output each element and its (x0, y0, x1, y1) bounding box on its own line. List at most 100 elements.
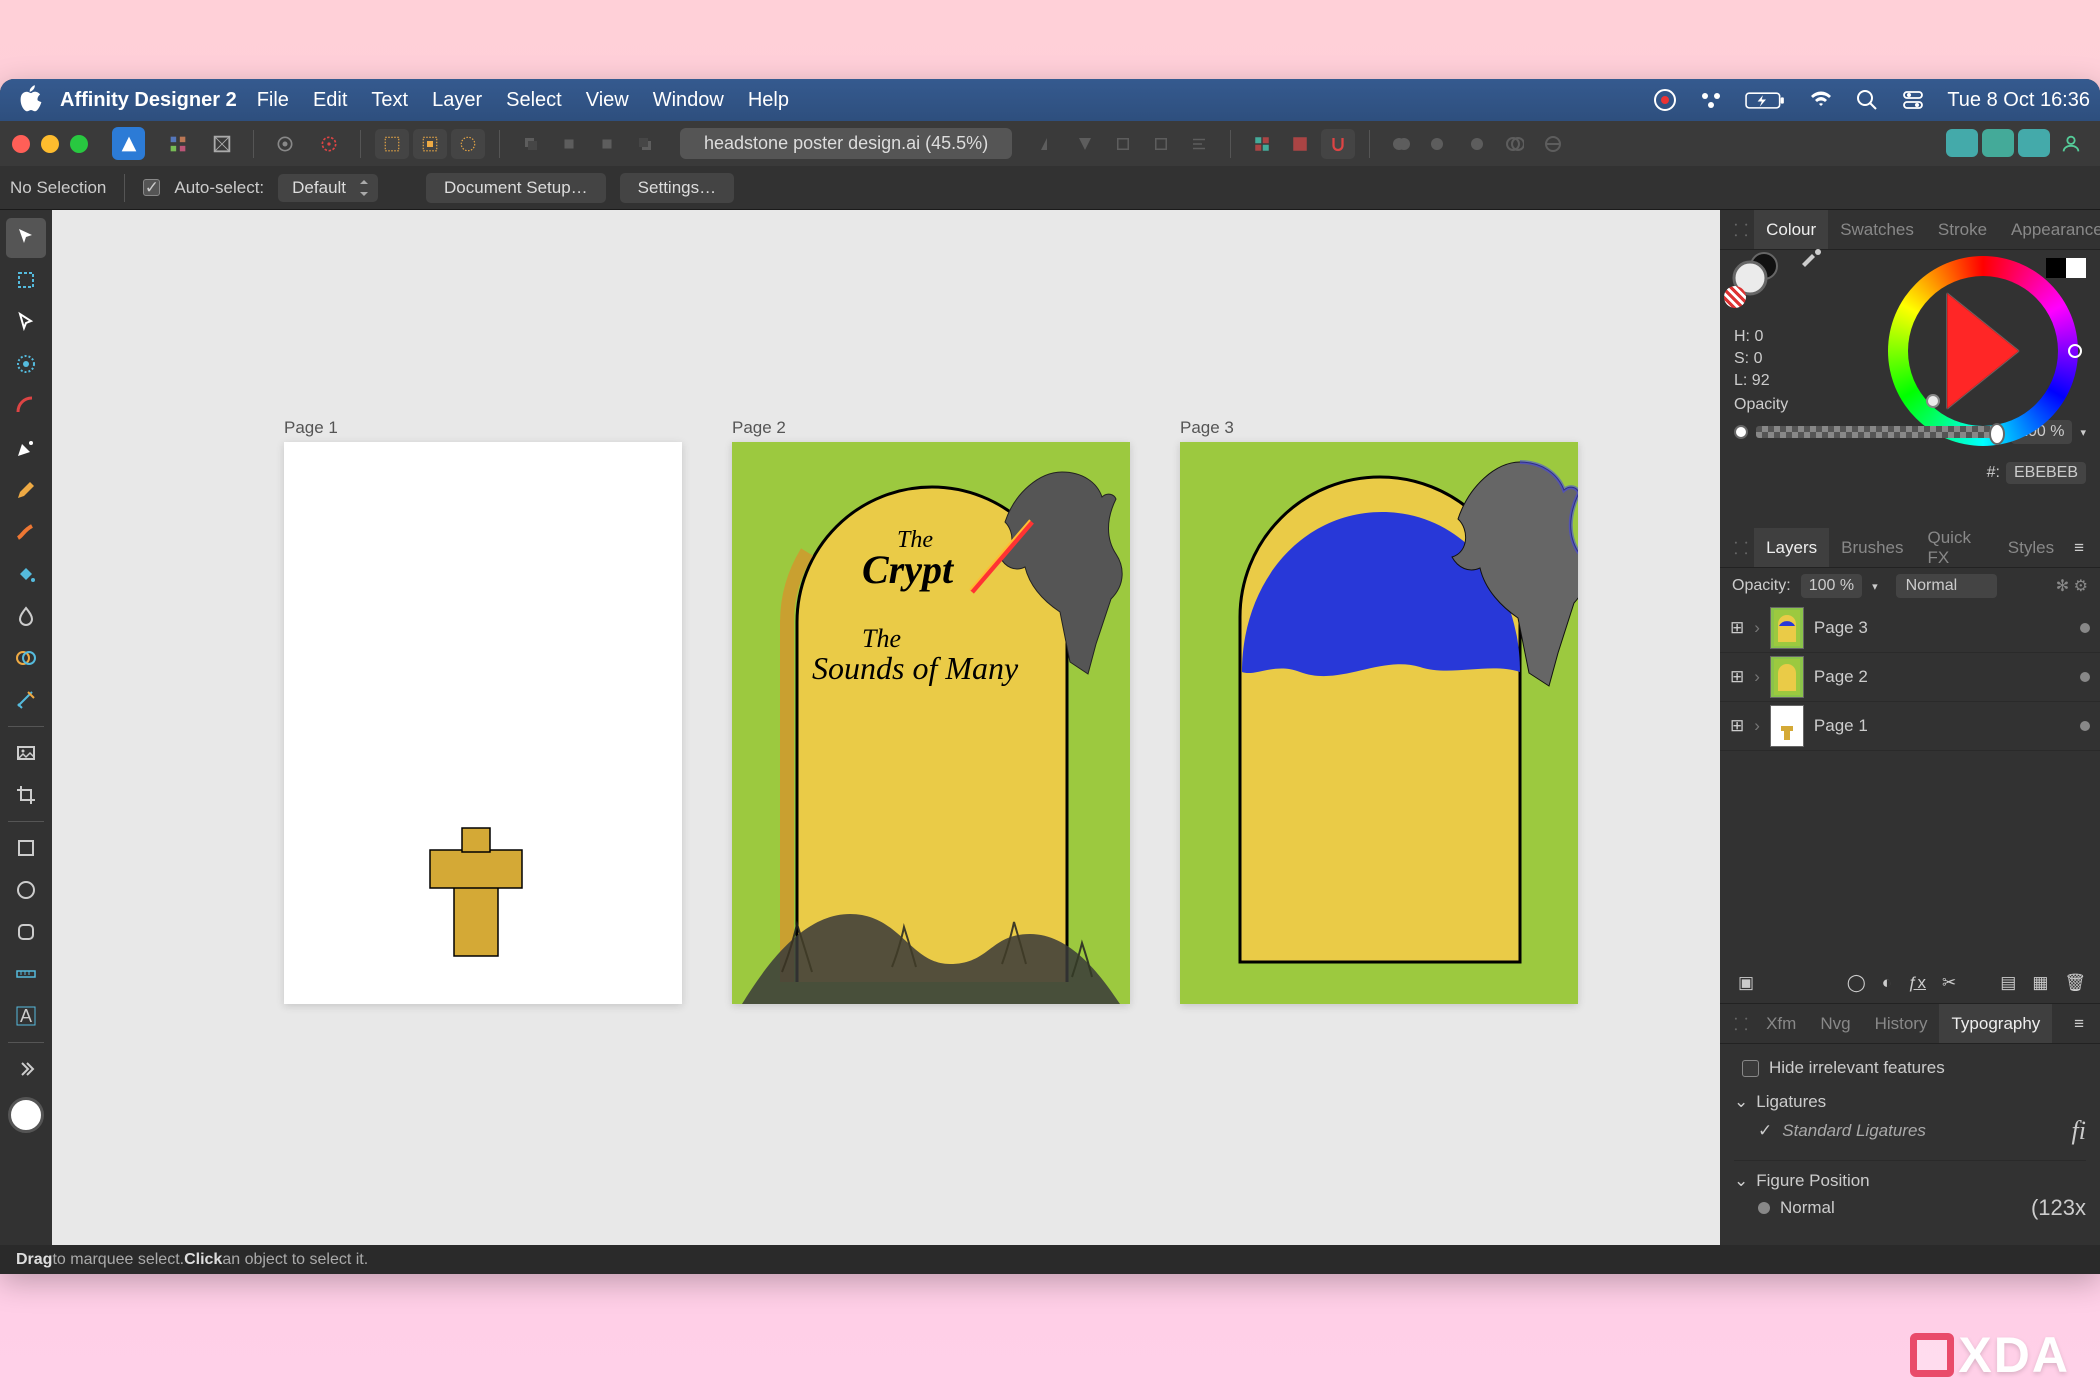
align-button[interactable] (1182, 129, 1216, 159)
document-title[interactable]: headstone poster design.ai (45.5%) (680, 128, 1012, 159)
snapping-toggle-button[interactable] (1321, 129, 1355, 159)
app-status-icon[interactable] (1699, 88, 1723, 112)
visibility-dot[interactable] (2080, 623, 2090, 633)
menu-select[interactable]: Select (506, 89, 562, 112)
layer-row-page2[interactable]: ⊞› Page 2 (1720, 653, 2100, 702)
select-object-button[interactable] (451, 129, 485, 159)
hide-features-checkbox[interactable] (1742, 1060, 1759, 1077)
document-setup-button[interactable]: Document Setup… (426, 173, 606, 203)
brushes-tab[interactable]: Brushes (1829, 528, 1915, 567)
rectangle-tool[interactable] (6, 828, 46, 868)
layer-row-page3[interactable]: ⊞› Page 3 (1720, 604, 2100, 653)
vector-brush-tool[interactable] (6, 512, 46, 552)
layer-settings-icon[interactable]: ✻ ⚙ (2056, 576, 2088, 596)
menu-text[interactable]: Text (371, 89, 408, 112)
opacity-knob[interactable] (1734, 425, 1748, 439)
maximize-window-button[interactable] (70, 135, 88, 153)
auto-select-dropdown[interactable]: Default (278, 174, 378, 202)
menu-help[interactable]: Help (748, 89, 789, 112)
nvg-tab[interactable]: Nvg (1808, 1004, 1862, 1043)
boolean-intersect-button[interactable] (1460, 129, 1494, 159)
contour-tool[interactable] (6, 344, 46, 384)
persona-pixel-button[interactable] (205, 129, 239, 159)
fill-stroke-selector[interactable] (1726, 250, 1786, 307)
layers-tab[interactable]: Layers (1754, 528, 1829, 567)
screen-record-icon[interactable] (1653, 88, 1677, 112)
search-icon[interactable] (1855, 88, 1879, 112)
visibility-dot[interactable] (2080, 721, 2090, 731)
transparency-tool[interactable] (6, 596, 46, 636)
artboard-tool[interactable] (6, 260, 46, 300)
flip-v-button[interactable] (1068, 129, 1102, 159)
control-center-icon[interactable] (1901, 88, 1925, 112)
stroke-tab[interactable]: Stroke (1926, 210, 1999, 249)
battery-icon[interactable] (1745, 88, 1787, 112)
layer-row-page1[interactable]: ⊞› Page 1 (1720, 702, 2100, 751)
text-tool[interactable]: A (6, 996, 46, 1036)
close-window-button[interactable] (12, 135, 30, 153)
rotate-cw-button[interactable] (1144, 129, 1178, 159)
crop-tool[interactable] (6, 775, 46, 815)
chevron-down-icon[interactable]: ⌄ (1734, 1171, 1748, 1191)
page-3[interactable] (1180, 442, 1578, 1004)
more-tools-button[interactable] (6, 1049, 46, 1089)
colour-tab[interactable]: Colour (1754, 210, 1828, 249)
delete-layer-icon[interactable]: 🗑 (2064, 973, 2086, 993)
persona-designer-button[interactable] (161, 129, 195, 159)
move-forward-button[interactable] (590, 129, 624, 159)
pen-tool[interactable] (6, 428, 46, 468)
fill-tool[interactable] (6, 554, 46, 594)
node-tool[interactable] (6, 302, 46, 342)
auto-select-checkbox[interactable]: ✓ (143, 179, 160, 196)
move-backward-button[interactable] (552, 129, 586, 159)
ellipse-tool[interactable] (6, 870, 46, 910)
chevron-down-icon[interactable]: ⌄ (1734, 1092, 1748, 1112)
eyedropper-icon[interactable] (1798, 248, 1826, 268)
pencil-tool[interactable] (6, 470, 46, 510)
move-back-button[interactable] (514, 129, 548, 159)
visibility-dot[interactable] (2080, 672, 2090, 682)
canvas[interactable]: Page 1 Page 2 The Crypt The (52, 210, 1720, 1245)
rounded-rect-tool[interactable] (6, 912, 46, 952)
baseline-grid-button[interactable] (1283, 129, 1317, 159)
fx-layer-icon[interactable]: ƒx (1908, 973, 1926, 993)
snapping-button[interactable] (312, 129, 346, 159)
none-swatch-icon[interactable] (1724, 286, 1746, 308)
crop-layer-icon[interactable]: ✂ (1942, 973, 1956, 993)
typography-panel-options-icon[interactable]: ≡ (2066, 1014, 2092, 1034)
place-image-tool[interactable] (6, 733, 46, 773)
styles-tab[interactable]: Styles (1996, 528, 2066, 567)
swatches-tab[interactable]: Swatches (1828, 210, 1926, 249)
persona-swatch-3[interactable] (2018, 129, 2050, 157)
history-tab[interactable]: History (1863, 1004, 1940, 1043)
flip-h-button[interactable] (1030, 129, 1064, 159)
panel-grip-icon[interactable]: ⸬ (1728, 536, 1754, 559)
mask-layer-icon[interactable]: ◯ (1847, 973, 1866, 993)
boolean-divide-button[interactable] (1536, 129, 1570, 159)
menubar-clock[interactable]: Tue 8 Oct 16:36 (1947, 89, 2090, 112)
corner-tool[interactable] (6, 386, 46, 426)
measure-tool[interactable] (6, 954, 46, 994)
wifi-icon[interactable] (1809, 88, 1833, 112)
persona-swatch-2[interactable] (1982, 129, 2014, 157)
blend-mode-dropdown[interactable]: Normal (1896, 574, 1998, 598)
xfm-tab[interactable]: Xfm (1754, 1004, 1808, 1043)
persona-swatch-1[interactable] (1946, 129, 1978, 157)
layers-panel-options-icon[interactable]: ≡ (2066, 538, 2092, 558)
move-tool[interactable] (6, 218, 46, 258)
move-front-button[interactable] (628, 129, 662, 159)
stroke-fill-swatch[interactable] (8, 1097, 44, 1133)
layer-opacity-value[interactable]: 100 % (1801, 574, 1862, 598)
menu-window[interactable]: Window (653, 89, 724, 112)
appearance-tab[interactable]: Appearance (1999, 210, 2100, 249)
page-1[interactable] (284, 442, 682, 1004)
minimize-window-button[interactable] (41, 135, 59, 153)
rotate-ccw-button[interactable] (1106, 129, 1140, 159)
account-button[interactable] (2054, 129, 2088, 159)
panel-grip-icon[interactable]: ⸬ (1728, 1012, 1754, 1035)
knife-tool[interactable] (6, 680, 46, 720)
colour-wheel[interactable] (1888, 256, 2078, 446)
page-2[interactable]: The Crypt The Sounds of Many (732, 442, 1130, 1004)
menu-layer[interactable]: Layer (432, 89, 482, 112)
menu-edit[interactable]: Edit (313, 89, 347, 112)
